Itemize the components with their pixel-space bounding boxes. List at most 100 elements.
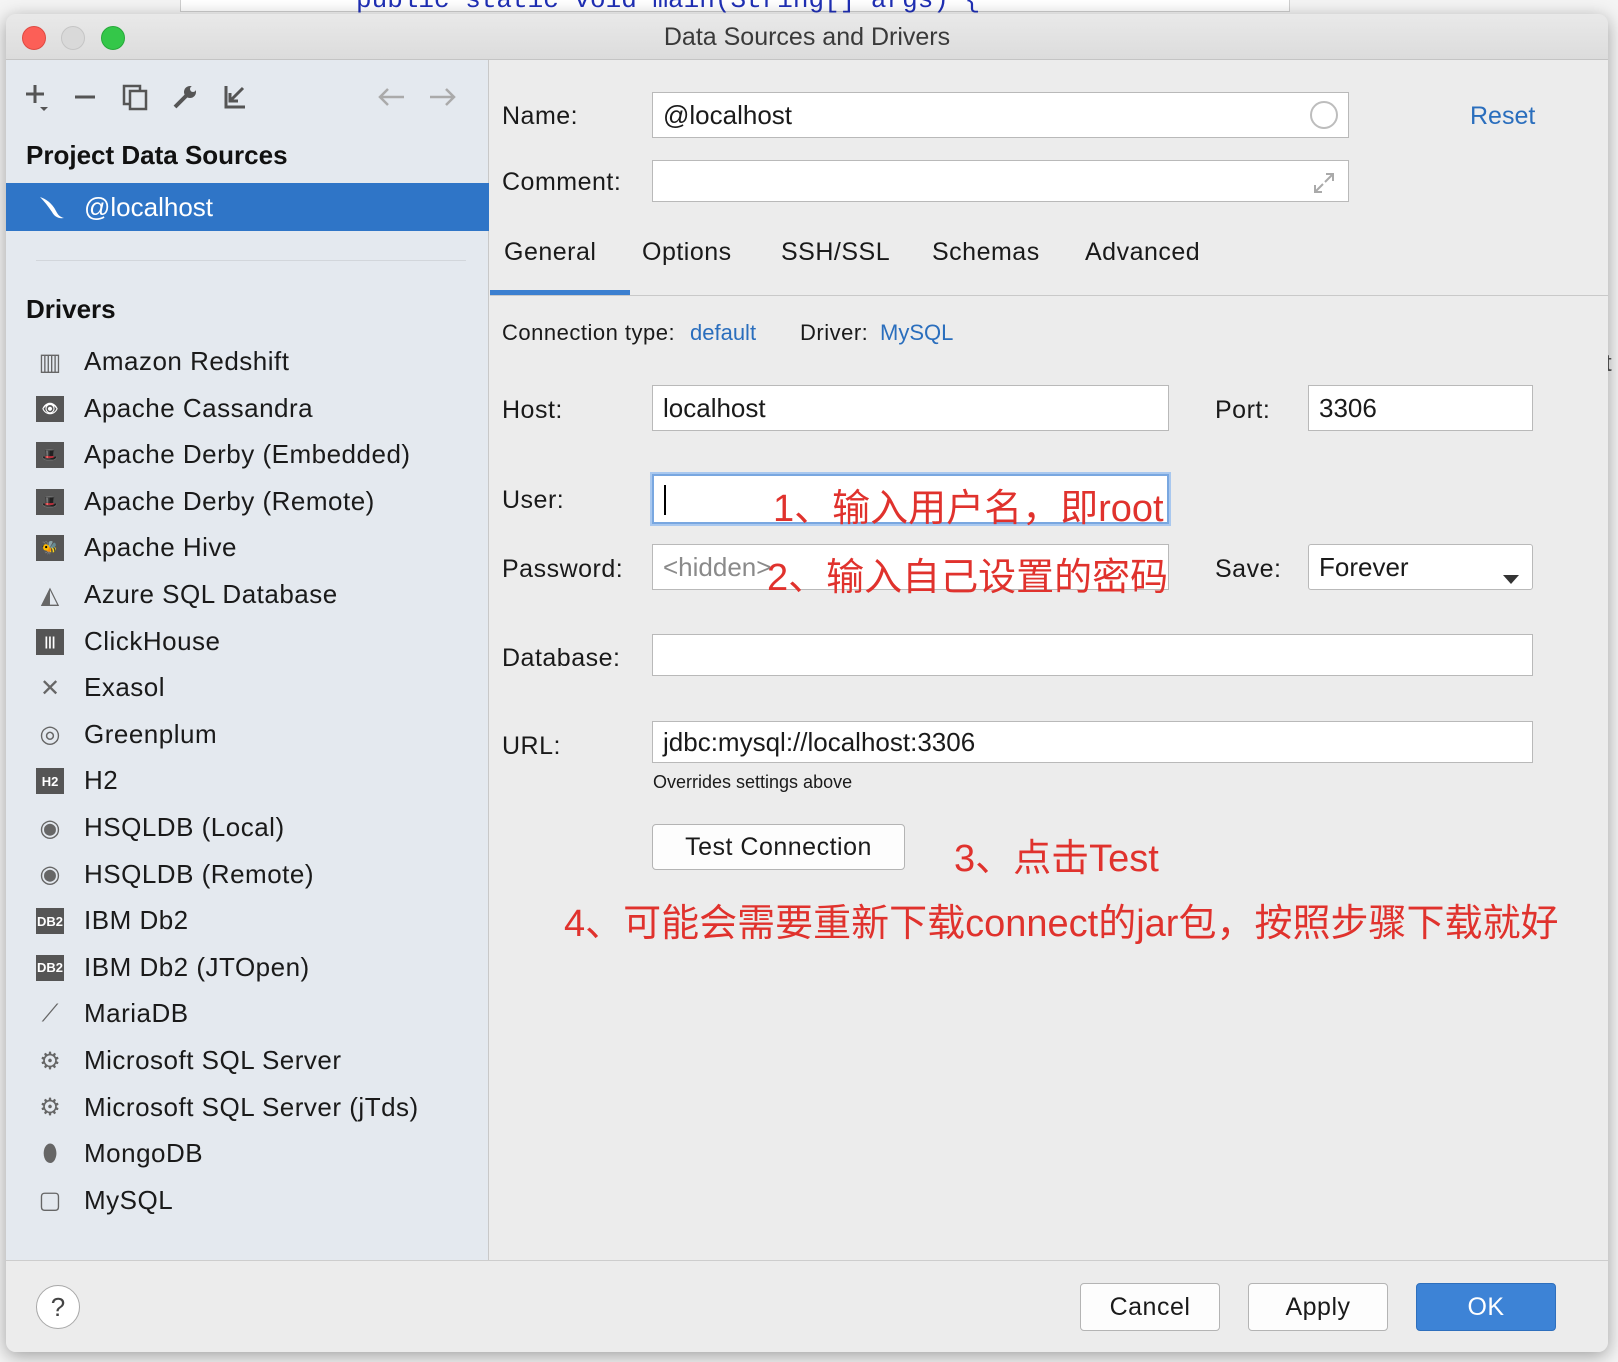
host-field[interactable]: localhost (652, 385, 1169, 431)
ok-button[interactable]: OK (1416, 1283, 1556, 1331)
connection-settings-panel: Name: @localhost Reset Comment: General … (490, 60, 1608, 1260)
driver-item[interactable]: 🎩 Apache Derby (Remote) (6, 478, 489, 526)
driver-item[interactable]: DB2 IBM Db2 (6, 897, 489, 945)
ibm-db2-icon: DB2 (36, 908, 64, 935)
apply-button[interactable]: Apply (1248, 1283, 1388, 1331)
mariadb-icon: ⟋ (41, 1000, 59, 1028)
color-picker-icon[interactable] (1310, 101, 1338, 129)
driver-item[interactable]: ||| ClickHouse (6, 618, 489, 666)
derby-icon: 🎩 (36, 442, 64, 469)
host-label: Host: (502, 396, 563, 424)
database-field[interactable] (652, 634, 1533, 676)
name-field[interactable]: @localhost (652, 92, 1349, 138)
h2-icon: H2 (36, 768, 64, 795)
driver-label: IBM Db2 (JTOpen) (84, 951, 310, 982)
comment-field[interactable] (652, 160, 1349, 202)
driver-label: Greenplum (84, 718, 218, 749)
tab-general[interactable]: General (504, 238, 596, 267)
save-label: Save: (1215, 555, 1282, 583)
driver-item[interactable]: 👁 Apache Cassandra (6, 385, 489, 433)
cancel-button[interactable]: Cancel (1080, 1283, 1220, 1331)
driver-label: Apache Derby (Embedded) (84, 439, 411, 470)
driver-item[interactable]: ◎ Greenplum (6, 711, 489, 759)
code-editor-strip: public static void main(String[] args) { (180, 0, 1290, 15)
driver-label: Apache Cassandra (84, 392, 314, 423)
sqlserver-icon: ⚙ (39, 1094, 61, 1122)
driver-item[interactable]: 🎩 Apache Derby (Embedded) (6, 431, 489, 479)
connection-type-label: Connection type: (502, 320, 676, 345)
redshift-icon: ▥ (38, 348, 62, 376)
annotation-step4: 4、可能会需要重新下载connect的jar包，按照步骤下载就好 (564, 903, 1559, 945)
tab-options[interactable]: Options (642, 238, 732, 267)
driver-item[interactable]: ◉ HSQLDB (Remote) (6, 851, 489, 899)
tab-schemas[interactable]: Schemas (932, 238, 1040, 267)
arrow-left-icon[interactable] (374, 80, 408, 114)
driver-label: HSQLDB (Local) (84, 812, 285, 842)
tab-ssh-ssl-label: SSH/SSL (781, 238, 891, 266)
window-title: Data Sources and Drivers (663, 23, 951, 51)
driver-label: Exasol (84, 672, 166, 703)
drivers-heading: Drivers (26, 294, 116, 324)
driver-label: Microsoft SQL Server (jTds) (84, 1091, 419, 1122)
import-icon[interactable] (218, 80, 252, 114)
project-data-sources-heading: Project Data Sources (26, 140, 288, 170)
sqlserver-icon: ⚙ (39, 1047, 61, 1075)
tab-divider (490, 295, 1608, 296)
annotation-step3: 3、点击Test (954, 838, 1159, 880)
arrow-right-icon[interactable] (426, 80, 460, 114)
sidebar: Project Data Sources @localhost Drivers … (6, 60, 489, 1260)
driver-label: MongoDB (84, 1138, 204, 1169)
comment-label: Comment: (502, 168, 622, 196)
minus-icon[interactable] (68, 80, 102, 114)
expand-icon[interactable] (1312, 171, 1336, 201)
test-connection-button[interactable]: Test Connection (652, 824, 905, 870)
plus-icon[interactable] (20, 80, 54, 114)
exasol-icon: ✕ (39, 674, 61, 702)
tab-advanced[interactable]: Advanced (1085, 238, 1200, 267)
driver-label: H2 (84, 765, 119, 796)
wrench-icon[interactable] (168, 80, 202, 114)
tab-general-label: General (504, 238, 597, 266)
driver-item[interactable]: ⚙ Microsoft SQL Server (jTds) (6, 1084, 489, 1132)
driver-item[interactable]: ⟋ MariaDB (6, 990, 489, 1038)
port-field-value: 3306 (1319, 393, 1377, 423)
url-label: URL: (502, 732, 561, 760)
port-field[interactable]: 3306 (1308, 385, 1533, 431)
copy-icon[interactable] (118, 80, 152, 114)
tab-ssh-ssl[interactable]: SSH/SSL (781, 238, 890, 267)
data-source-item-localhost[interactable]: @localhost (6, 183, 489, 231)
driver-item[interactable]: ◭ Azure SQL Database (6, 571, 489, 619)
mongodb-icon: ⬮ (42, 1140, 58, 1168)
cassandra-icon: 👁 (36, 395, 64, 422)
driver-label: Driver: (800, 320, 869, 345)
ibm-db2-icon: DB2 (36, 954, 64, 981)
derby-icon: 🎩 (36, 488, 64, 515)
driver-label: Microsoft SQL Server (84, 1045, 342, 1075)
tab-schemas-label: Schemas (932, 238, 1040, 266)
driver-item[interactable]: ▥ Amazon Redshift (6, 338, 489, 386)
driver-item[interactable]: ⚙ Microsoft SQL Server (6, 1037, 489, 1085)
sidebar-divider (36, 260, 466, 261)
port-label: Port: (1215, 396, 1271, 424)
driver-item[interactable]: ✕ Exasol (6, 664, 489, 712)
database-label: Database: (502, 644, 621, 672)
driver-label: Amazon Redshift (84, 346, 290, 376)
name-label: Name: (502, 102, 579, 130)
driver-item[interactable]: 🐝 Apache Hive (6, 524, 489, 572)
driver-item[interactable]: ▢ MySQL (6, 1177, 489, 1225)
driver-item[interactable]: H2 H2 (6, 757, 489, 805)
driver-item[interactable]: DB2 IBM Db2 (JTOpen) (6, 944, 489, 992)
help-button[interactable]: ? (36, 1285, 80, 1329)
save-select[interactable]: Forever (1308, 544, 1533, 590)
connection-type-link[interactable]: default (690, 320, 756, 346)
reset-link[interactable]: Reset (1470, 102, 1535, 131)
hive-icon: 🐝 (36, 535, 64, 562)
driver-item[interactable]: ⬮ MongoDB (6, 1130, 489, 1178)
password-placeholder: <hidden> (663, 552, 772, 582)
chevron-down-icon (1502, 562, 1520, 589)
driver-label: HSQLDB (Remote) (84, 858, 314, 889)
url-field[interactable]: jdbc:mysql://localhost:3306 (652, 721, 1533, 763)
driver-item[interactable]: ◉ HSQLDB (Local) (6, 804, 489, 852)
user-label: User: (502, 486, 565, 514)
driver-link[interactable]: MySQL (880, 320, 953, 346)
